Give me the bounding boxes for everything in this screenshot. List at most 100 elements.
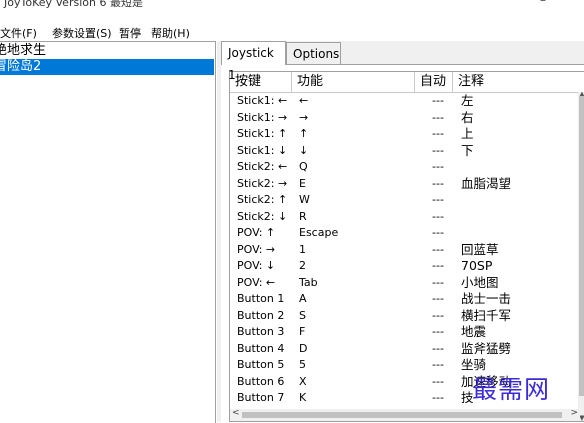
cell-key: POV: ←: [237, 275, 276, 289]
cell-note: 战士一击: [461, 291, 512, 306]
cell-auto: ---: [432, 94, 444, 107]
cell-key: Stick2: ↓: [237, 209, 288, 223]
cell-note: 下: [461, 142, 474, 158]
cell-auto: ---: [432, 209, 444, 223]
cell-note: 右: [461, 109, 474, 125]
cell-function: R: [299, 209, 307, 223]
scroll-thumb-horizontal[interactable]: [242, 412, 562, 418]
menu-bar: 文件(F) 参数设置(S) 暂停 帮助(H): [0, 22, 584, 40]
cell-key: Stick1: ↓: [237, 143, 288, 157]
cell-note: 上: [461, 126, 474, 141]
cell-auto: ---: [432, 259, 444, 272]
cell-key: Button 1: [237, 292, 285, 305]
cell-auto: ---: [432, 391, 444, 404]
cell-function: 1: [299, 242, 306, 256]
table-row[interactable]: Button 2 S --- 横扫千军: [230, 308, 580, 325]
cell-note: 70SP: [461, 258, 493, 273]
table-header: 按键 功能 自动 注释: [230, 72, 584, 93]
cell-function: D: [299, 341, 308, 355]
cell-auto: ---: [432, 341, 444, 355]
table-row[interactable]: POV: → 1 --- 回蓝草: [230, 242, 580, 259]
cell-key: POV: →: [237, 242, 276, 256]
scroll-right-icon[interactable]: >: [570, 408, 578, 418]
title-bar: JoyToKey Version 6 最短是 –: [0, 0, 584, 8]
minimize-button[interactable]: –: [540, 0, 546, 7]
config-panel: Joystick 1 Options 按键 功能 自动 注释 Stick1: ←…: [217, 41, 584, 423]
cell-note: 横扫千军: [461, 307, 512, 323]
cell-auto: ---: [432, 193, 444, 206]
cell-key: Button 3: [237, 325, 285, 338]
scroll-thumb[interactable]: [579, 96, 584, 396]
menu-file[interactable]: 文件(F): [0, 25, 37, 41]
cell-auto: ---: [432, 127, 444, 140]
window-title: JoyToKey Version 6 最短是: [4, 0, 143, 8]
cell-function: 2: [299, 259, 306, 272]
table-row[interactable]: Button 4 D --- 监斧猛劈: [230, 341, 580, 358]
table-row[interactable]: POV: ↓ 2 --- 70SP: [230, 258, 580, 275]
menu-help[interactable]: 帮助(H): [151, 25, 190, 41]
column-header-key[interactable]: 按键: [230, 72, 292, 92]
cell-function: A: [299, 292, 307, 305]
table-row[interactable]: Stick2: ← Q ---: [230, 159, 580, 176]
cell-note: 地震: [461, 324, 487, 339]
cell-key: Button 4: [237, 341, 285, 355]
cell-auto: ---: [432, 160, 444, 173]
vertical-scrollbar[interactable]: ▲ ▼: [578, 90, 584, 421]
tab-options[interactable]: Options: [286, 42, 341, 64]
cell-function: Tab: [299, 275, 318, 289]
profile-item-selected[interactable]: 冒险岛2: [0, 59, 214, 75]
profile-item-label: 冒险岛2: [0, 59, 42, 74]
cell-key: Stick2: →: [237, 176, 288, 190]
cell-note: 小地图: [461, 274, 499, 290]
cell-function: ↑: [299, 127, 309, 140]
menu-settings[interactable]: 参数设置(S): [52, 25, 112, 41]
scroll-left-icon[interactable]: <: [232, 408, 240, 418]
cell-auto: ---: [432, 143, 444, 157]
table-row[interactable]: Button 1 A --- 战士一击: [230, 291, 580, 308]
column-header-note[interactable]: 注释: [453, 72, 584, 92]
cell-function: ←: [299, 94, 309, 107]
cell-note: 血脂渴望: [461, 175, 512, 191]
cell-auto: ---: [432, 308, 444, 322]
cell-key: Stick1: →: [237, 110, 288, 124]
cell-key: POV: ↓: [237, 259, 276, 272]
cell-key: Stick1: ←: [237, 94, 288, 107]
watermark: 最需网: [472, 375, 551, 404]
cell-function: E: [299, 176, 306, 190]
cell-key: Stick1: ↑: [237, 127, 288, 140]
cell-key: Button 7: [237, 391, 285, 404]
table-row[interactable]: Stick1: → → --- 右: [230, 110, 580, 127]
menu-pause[interactable]: 暂停: [119, 25, 141, 41]
table-row[interactable]: Stick1: ← ← --- 左: [230, 93, 580, 110]
cell-auto: ---: [432, 176, 444, 190]
cell-auto: ---: [432, 358, 444, 371]
horizontal-scrollbar[interactable]: < >: [230, 408, 580, 421]
table-row[interactable]: Stick1: ↓ ↓ --- 下: [230, 143, 580, 160]
cell-key: Stick2: ↑: [237, 193, 288, 206]
table-row[interactable]: Stick1: ↑ ↑ --- 上: [230, 126, 580, 143]
profile-item[interactable]: 绝地求生: [0, 43, 208, 59]
cell-auto: ---: [432, 275, 444, 289]
cell-key: Stick2: ←: [237, 160, 288, 173]
cell-function: 5: [299, 358, 306, 371]
table-row[interactable]: Stick2: → E --- 血脂渴望: [230, 176, 580, 193]
cell-auto: ---: [432, 374, 444, 388]
table-row[interactable]: Stick2: ↑ W ---: [230, 192, 580, 209]
column-header-auto[interactable]: 自动: [415, 72, 453, 92]
cell-function: →: [299, 110, 309, 124]
profile-list: 绝地求生 冒险岛2: [0, 41, 216, 423]
table-row[interactable]: Button 3 F --- 地震: [230, 324, 580, 341]
cell-function: W: [299, 193, 310, 206]
cell-function: Q: [299, 160, 308, 173]
cell-function: S: [299, 308, 306, 322]
cell-key: Button 6: [237, 374, 285, 388]
cell-function: K: [299, 391, 307, 404]
cell-function: X: [299, 374, 307, 388]
cell-auto: ---: [432, 242, 444, 256]
table-row[interactable]: POV: ↑ Escape ---: [230, 225, 580, 242]
tab-joystick-1[interactable]: Joystick 1: [221, 41, 286, 82]
cell-function: F: [299, 325, 306, 338]
table-row[interactable]: POV: ← Tab --- 小地图: [230, 275, 580, 292]
column-header-function[interactable]: 功能: [292, 72, 415, 92]
table-row[interactable]: Stick2: ↓ R ---: [230, 209, 580, 226]
